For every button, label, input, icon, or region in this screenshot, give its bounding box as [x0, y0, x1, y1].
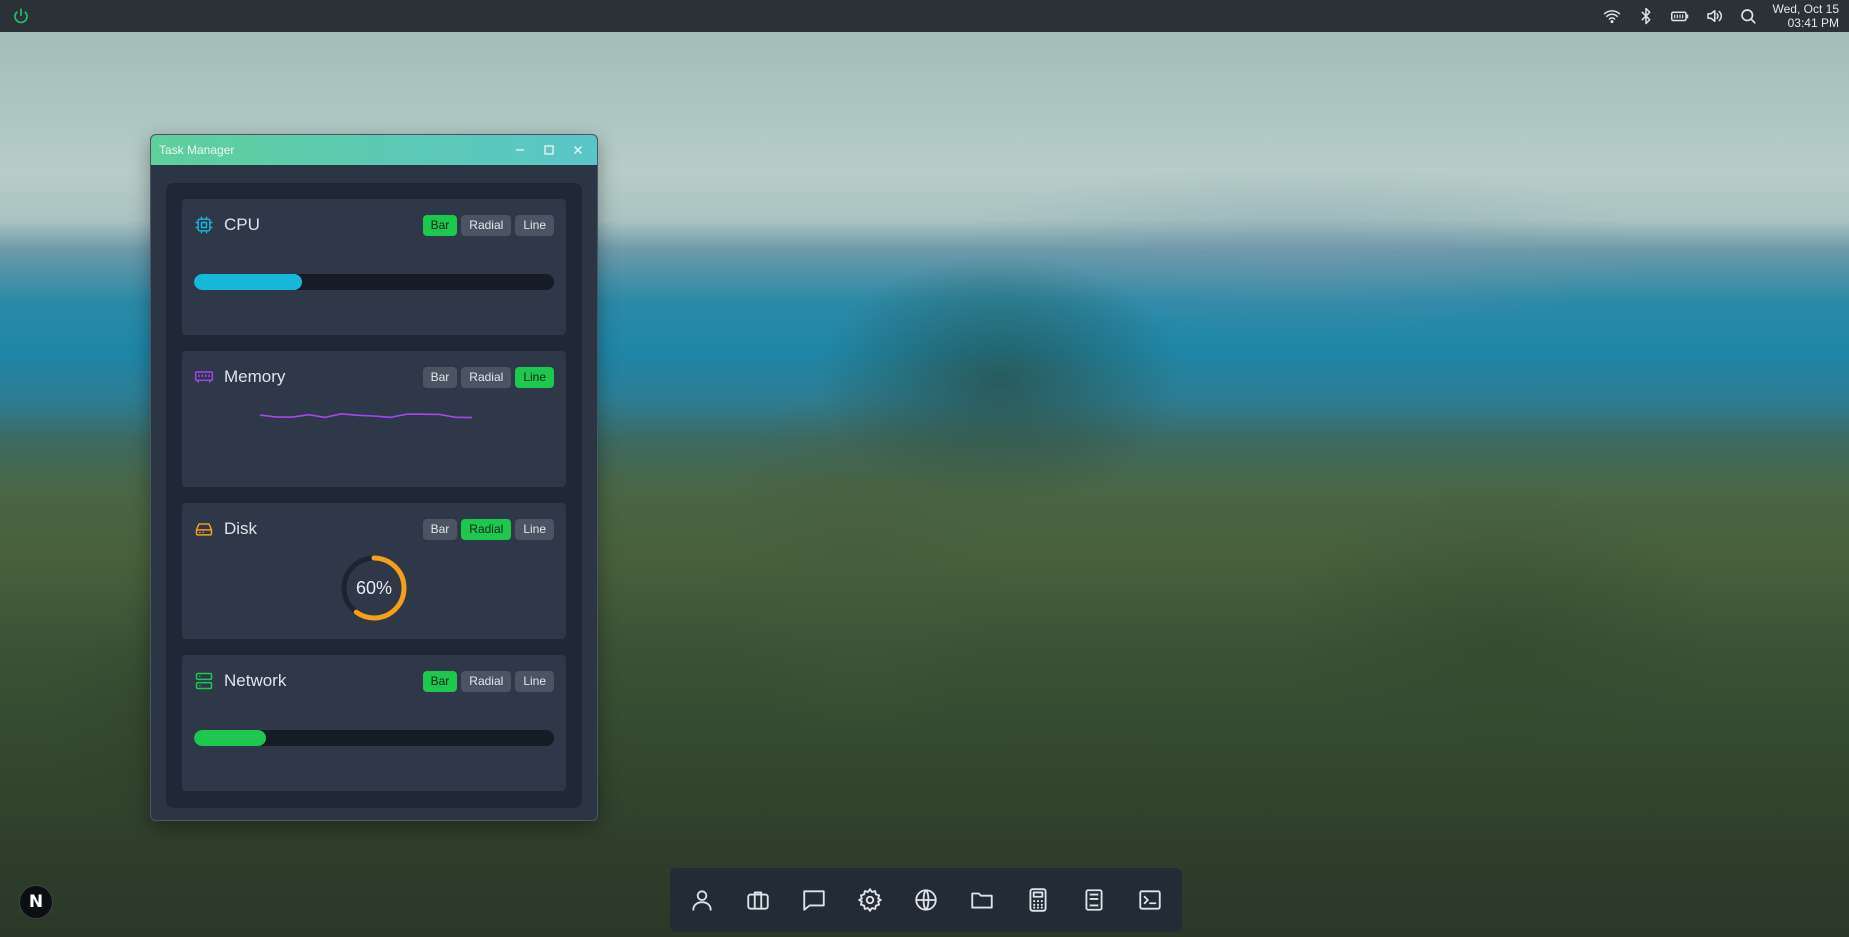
clock-date: Wed, Oct 15 — [1772, 2, 1839, 16]
wifi-icon[interactable] — [1595, 2, 1629, 30]
top-bar: Wed, Oct 15 03:41 PM — [0, 0, 1849, 32]
disk-percent-text: 60% — [356, 578, 392, 598]
memory-line-chart — [259, 412, 473, 419]
briefcase-icon[interactable] — [737, 879, 779, 921]
document-icon[interactable] — [1073, 879, 1115, 921]
cpu-mode-switch: Bar Radial Line — [422, 214, 554, 236]
user-icon[interactable] — [681, 879, 723, 921]
disk-card: Disk Bar Radial Line 60% — [182, 503, 566, 639]
terminal-icon[interactable] — [1129, 879, 1171, 921]
search-icon[interactable] — [1731, 2, 1765, 30]
window-title: Task Manager — [159, 143, 235, 157]
battery-icon[interactable] — [1663, 2, 1697, 30]
disk-radial-gauge: 60% — [341, 555, 407, 621]
cpu-mode-bar[interactable]: Bar — [422, 214, 458, 236]
window-titlebar[interactable]: Task Manager — [151, 135, 597, 165]
cpu-mode-radial[interactable]: Radial — [461, 214, 512, 236]
network-mode-bar[interactable]: Bar — [422, 670, 458, 692]
clock-time: 03:41 PM — [1787, 16, 1839, 30]
cpu-card: CPU Bar Radial Line — [182, 199, 566, 335]
window-controls — [510, 141, 587, 160]
network-server-icon — [194, 671, 214, 691]
cpu-chip-icon — [194, 215, 214, 235]
cpu-mode-line[interactable]: Line — [515, 214, 554, 236]
calculator-icon[interactable] — [1017, 879, 1059, 921]
network-mode-switch: Bar Radial Line — [422, 670, 554, 692]
cpu-label: CPU — [224, 215, 260, 234]
cpu-usage-fill — [194, 274, 302, 290]
network-usage-fill — [194, 730, 266, 746]
network-mode-line[interactable]: Line — [515, 670, 554, 692]
network-usage-bar — [194, 730, 554, 746]
chat-icon[interactable] — [793, 879, 835, 921]
clock[interactable]: Wed, Oct 15 03:41 PM — [1773, 2, 1839, 30]
dock — [670, 868, 1182, 932]
power-icon[interactable] — [10, 5, 32, 27]
folder-icon[interactable] — [961, 879, 1003, 921]
minimize-button[interactable] — [510, 141, 529, 160]
volume-icon[interactable] — [1697, 2, 1731, 30]
system-tray: Wed, Oct 15 03:41 PM — [1595, 2, 1839, 30]
cpu-usage-bar — [194, 274, 554, 290]
launcher-button[interactable]: N — [19, 885, 53, 919]
maximize-button[interactable] — [539, 141, 558, 160]
window-content: CPU Bar Radial Line Memory Bar Radial Li… — [166, 183, 582, 808]
network-label: Network — [224, 671, 287, 690]
settings-icon[interactable] — [849, 879, 891, 921]
network-mode-radial[interactable]: Radial — [461, 670, 512, 692]
task-manager-window: Task Manager CPU Bar Radial Line Memory … — [150, 134, 598, 821]
globe-icon[interactable] — [905, 879, 947, 921]
close-button[interactable] — [568, 141, 587, 160]
memory-line — [259, 412, 473, 419]
bluetooth-icon[interactable] — [1629, 2, 1663, 30]
memory-card: Memory Bar Radial Line — [182, 351, 566, 487]
network-card: Network Bar Radial Line — [182, 655, 566, 791]
